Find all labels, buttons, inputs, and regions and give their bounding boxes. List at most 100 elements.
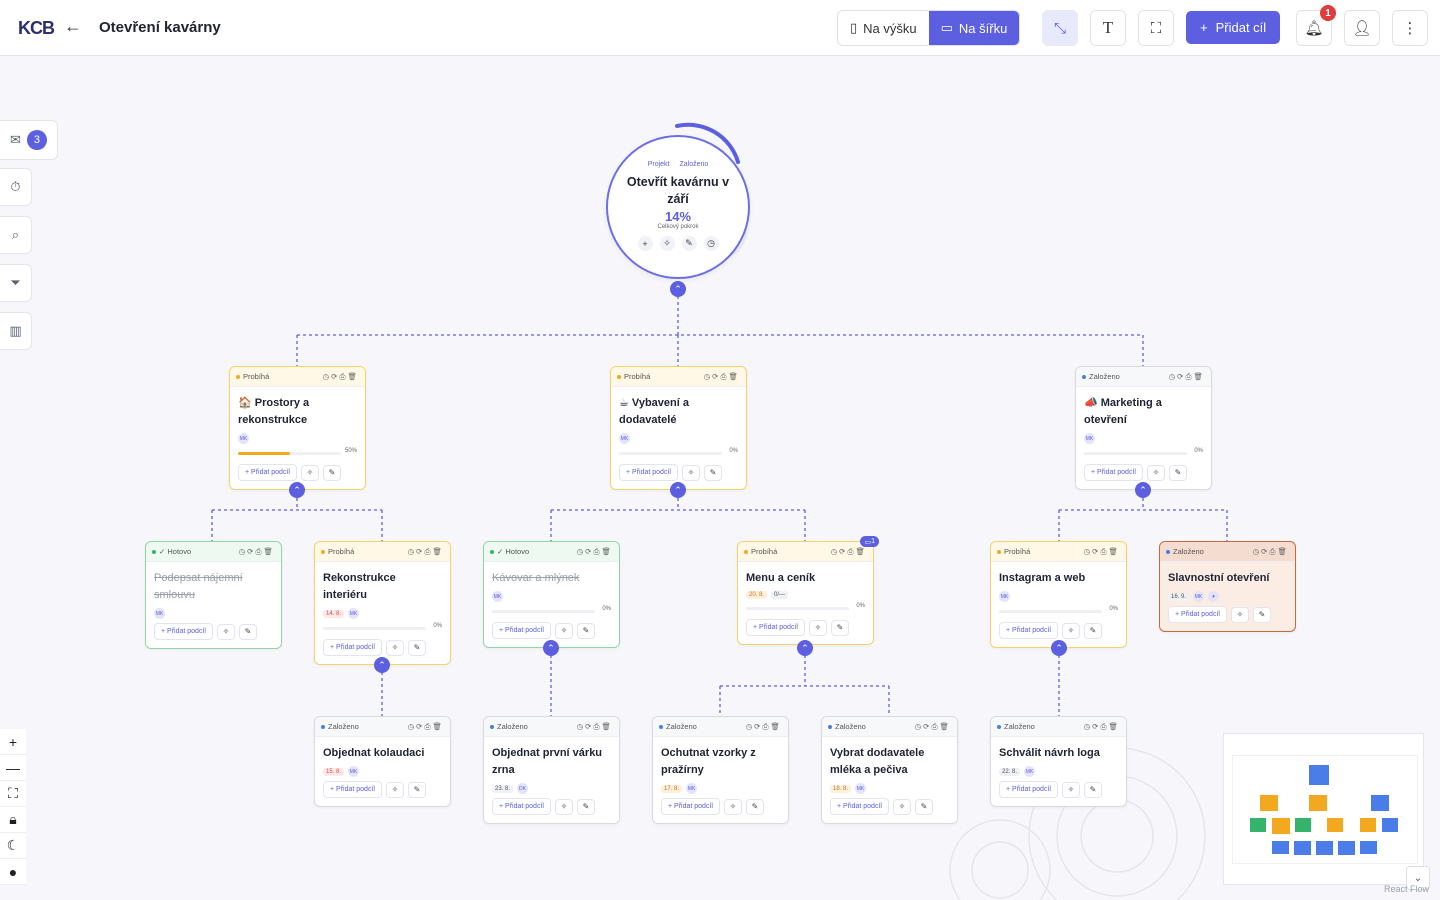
goal-card[interactable]: ✓ Hotovo ◷⟳⎙🗑︎ Podepsat nájemní smlouvu M… (145, 541, 282, 649)
magic-icon[interactable]: ✧ (1230, 606, 1249, 623)
goal-card[interactable]: Založeno ◷⟳⎙🗑︎ Objednat kolaudaci 15. 8. M… (314, 716, 451, 807)
add-icon[interactable]: + (637, 236, 653, 251)
collapse-toggle[interactable]: ⌃ (1051, 640, 1067, 656)
due-date: 17. 8. (661, 784, 683, 793)
goal-card[interactable]: Probíhá ◷⟳⎙🗑︎ ☕ Vybavení a dodavatelé MK … (610, 366, 747, 490)
goal-card[interactable]: Založeno ◷⟳⎙🗑︎ Slavnostní otevření 16. 9.… (1159, 541, 1296, 632)
magic-icon[interactable]: ✧ (723, 798, 742, 815)
card-actions-icons[interactable]: ◷⟳⎙🗑︎ (408, 722, 444, 732)
collapse-toggle[interactable]: ⌃ (289, 482, 305, 498)
comment-badge[interactable]: ▭ 1 (860, 536, 879, 547)
magic-icon[interactable]: ✧ (892, 798, 911, 815)
timer-icon[interactable]: ◷ (703, 236, 719, 251)
edit-icon[interactable]: ✎ (1252, 606, 1271, 623)
card-actions-icons[interactable]: ◷⟳⎙🗑︎ (746, 722, 782, 732)
edit-icon[interactable]: ✎ (1083, 622, 1102, 639)
edit-icon[interactable]: ✎ (407, 781, 426, 798)
magic-icon[interactable]: ✧ (659, 236, 675, 251)
edit-icon[interactable]: ✎ (681, 236, 697, 251)
card-actions-icons[interactable]: ◷⟳⎙🗑︎ (1084, 547, 1120, 557)
goal-card[interactable]: Založeno ◷⟳⎙🗑︎ Schválit návrh loga 22. 8.… (990, 716, 1127, 807)
minimap-viewport[interactable] (1232, 755, 1418, 864)
avatar: MK (1084, 433, 1095, 444)
root-goal-node[interactable]: Projekt Založeno Otevřít kavárnu v září … (606, 135, 750, 279)
add-subgoal-button[interactable]: + Přidat podcíl (661, 798, 720, 815)
chevron-up-icon: ⌃ (293, 484, 301, 495)
add-subgoal-button[interactable]: + Přidat podcíl (323, 639, 382, 656)
magic-icon[interactable]: ✧ (1061, 622, 1080, 639)
card-actions-icons[interactable]: ◷⟳⎙🗑︎ (1253, 547, 1289, 557)
edit-icon[interactable]: ✎ (576, 798, 595, 815)
card-actions-icons[interactable]: ◷⟳⎙🗑︎ (577, 722, 613, 732)
card-actions-icons[interactable]: ◷⟳⎙🗑︎ (239, 547, 275, 557)
minimap-node (1260, 795, 1278, 811)
add-subgoal-button[interactable]: + Přidat podcíl (323, 781, 382, 798)
goal-card[interactable]: Založeno ◷⟳⎙🗑︎ Ochutnat vzorky z pražírny… (652, 716, 789, 824)
card-actions-icons[interactable]: ◷⟳⎙🗑︎ (323, 372, 359, 382)
goal-card[interactable]: ✓ Hotovo ◷⟳⎙🗑︎ Kávovar a mlýnek MK 0% + P… (483, 541, 620, 648)
magic-icon[interactable]: ✧ (385, 639, 404, 656)
edit-icon[interactable]: ✎ (830, 619, 849, 636)
goal-card[interactable]: Probíhá ◷⟳⎙🗑︎ 🏠 Prostory a rekonstrukce M… (229, 366, 366, 490)
edit-icon[interactable]: ✎ (238, 623, 257, 640)
add-subgoal-button[interactable]: + Přidat podcíl (1084, 464, 1143, 481)
add-subgoal-button[interactable]: + Přidat podcíl (999, 781, 1058, 798)
avatar: MK (999, 591, 1010, 602)
edit-icon[interactable]: ✎ (1168, 464, 1187, 481)
chevron-up-icon: ⌃ (674, 283, 682, 294)
magic-icon[interactable]: ✧ (300, 464, 319, 481)
add-subgoal-button[interactable]: + Přidat podcíl (238, 464, 297, 481)
card-actions-icons[interactable]: ◷⟳⎙🗑︎ (704, 372, 740, 382)
edit-icon[interactable]: ✎ (1083, 781, 1102, 798)
minimap[interactable] (1223, 733, 1424, 885)
goal-card[interactable]: Založeno ◷⟳⎙🗑︎ Objednat první várku zrna … (483, 716, 620, 824)
card-actions-icons[interactable]: ◷⟳⎙🗑︎ (1169, 372, 1205, 382)
goal-card[interactable]: ▭ 1 Probíhá ◷⟳⎙🗑︎ Menu a ceník 20. 8. 0/— 0… (737, 536, 879, 645)
due-date: 20. 8. (746, 591, 768, 599)
magic-icon[interactable]: ✧ (808, 619, 827, 636)
sparkle-icon: ✦ (1208, 591, 1220, 602)
add-subgoal-button[interactable]: + Přidat podcíl (1168, 606, 1227, 623)
magic-icon[interactable]: ✧ (216, 623, 235, 640)
add-subgoal-button[interactable]: + Přidat podcíl (492, 798, 551, 815)
goal-card[interactable]: Založeno ◷⟳⎙🗑︎ 📣 Marketing a otevření MK … (1075, 366, 1212, 490)
edit-icon[interactable]: ✎ (322, 464, 341, 481)
edit-icon[interactable]: ✎ (407, 639, 426, 656)
progress-bar: 50% (238, 448, 357, 460)
edit-icon[interactable]: ✎ (745, 798, 764, 815)
add-subgoal-button[interactable]: + Přidat podcíl (154, 623, 213, 640)
add-subgoal-button[interactable]: + Přidat podcíl (492, 622, 551, 639)
goal-card[interactable]: Probíhá ◷⟳⎙🗑︎ Instagram a web MK 0% + Při… (990, 541, 1127, 648)
card-actions-icons[interactable]: ◷⟳⎙🗑︎ (408, 547, 444, 557)
edit-icon[interactable]: ✎ (914, 798, 933, 815)
card-actions-icons[interactable]: ◷⟳⎙🗑︎ (831, 547, 867, 557)
magic-icon[interactable]: ✧ (554, 622, 573, 639)
magic-icon[interactable]: ✧ (554, 798, 573, 815)
magic-icon[interactable]: ✧ (385, 781, 404, 798)
collapse-toggle[interactable]: ⌃ (670, 281, 686, 297)
root-status-tag: Založeno (679, 161, 709, 168)
collapse-toggle[interactable]: ⌃ (1135, 482, 1151, 498)
status-badge: Probíhá (617, 372, 650, 381)
goal-card[interactable]: Probíhá ◷⟳⎙🗑︎ Rekonstrukce interiéru 14. … (314, 541, 451, 665)
collapse-toggle[interactable]: ⌃ (797, 640, 813, 656)
edit-icon[interactable]: ✎ (576, 622, 595, 639)
chevron-up-icon: ⌃ (1139, 484, 1147, 495)
minimap-node (1272, 841, 1289, 854)
collapse-toggle[interactable]: ⌃ (543, 640, 559, 656)
magic-icon[interactable]: ✧ (1146, 464, 1165, 481)
add-subgoal-button[interactable]: + Přidat podcíl (830, 798, 889, 815)
magic-icon[interactable]: ✧ (1061, 781, 1080, 798)
goal-card[interactable]: Založeno ◷⟳⎙🗑︎ Vybrat dodavatele mléka a … (821, 716, 958, 824)
collapse-toggle[interactable]: ⌃ (374, 657, 390, 673)
card-actions-icons[interactable]: ◷⟳⎙🗑︎ (577, 547, 613, 557)
add-subgoal-button[interactable]: + Přidat podcíl (999, 622, 1058, 639)
add-subgoal-button[interactable]: + Přidat podcíl (746, 619, 805, 636)
react-flow-attribution[interactable]: React Flow (1384, 884, 1429, 894)
add-subgoal-button[interactable]: + Přidat podcíl (619, 464, 678, 481)
card-actions-icons[interactable]: ◷⟳⎙🗑︎ (915, 722, 951, 732)
card-actions-icons[interactable]: ◷⟳⎙🗑︎ (1084, 722, 1120, 732)
magic-icon[interactable]: ✧ (681, 464, 700, 481)
collapse-toggle[interactable]: ⌃ (670, 482, 686, 498)
edit-icon[interactable]: ✎ (703, 464, 722, 481)
